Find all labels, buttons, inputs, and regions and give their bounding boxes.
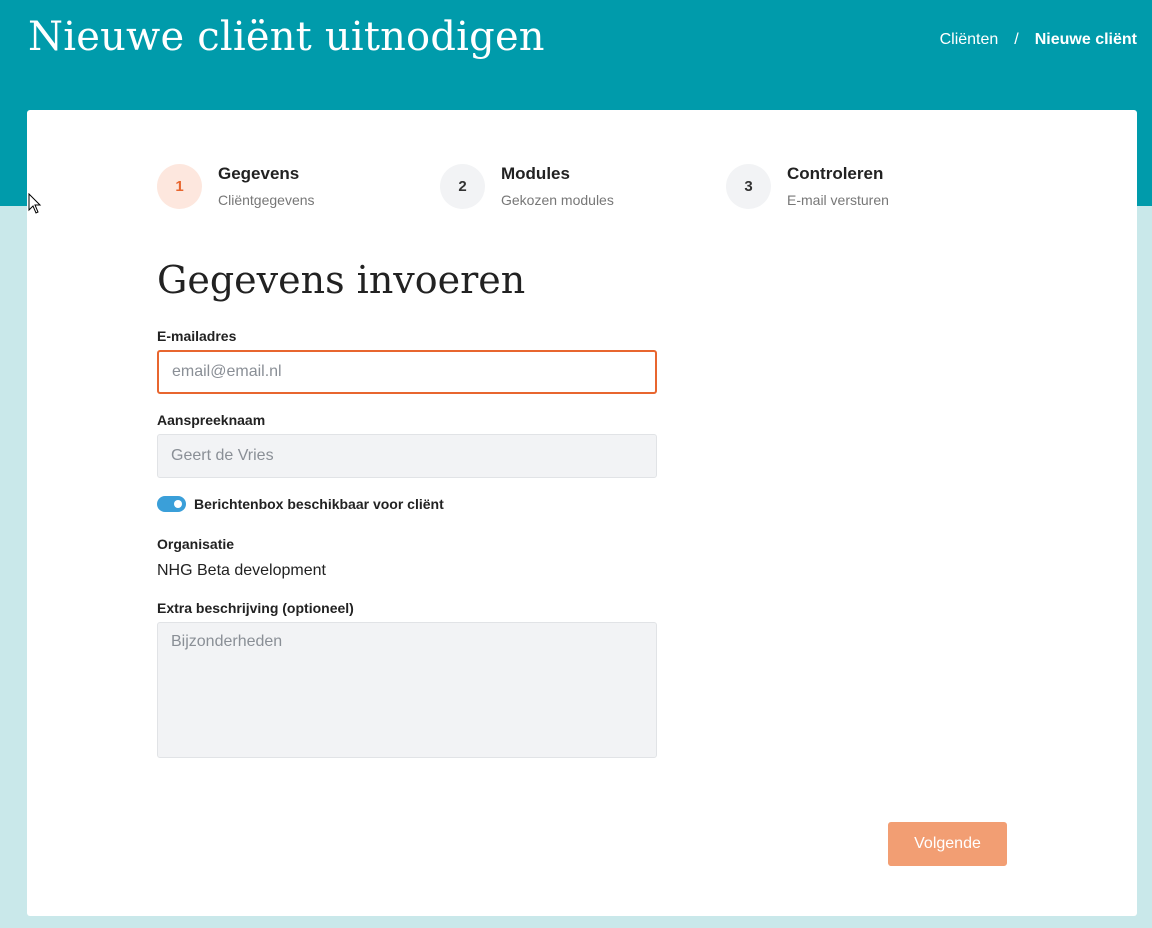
name-field[interactable] xyxy=(157,434,657,478)
email-label: E-mailadres xyxy=(157,328,237,344)
step-subtitle: E-mail versturen xyxy=(787,192,889,208)
form-heading: Gegevens invoeren xyxy=(157,258,526,302)
name-label: Aanspreeknaam xyxy=(157,412,266,428)
email-field[interactable] xyxy=(157,350,657,394)
messagebox-toggle-label: Berichtenbox beschikbaar voor cliënt xyxy=(194,496,444,512)
mouse-pointer-icon xyxy=(28,193,42,214)
page-title: Nieuwe cliënt uitnodigen xyxy=(28,14,545,60)
step-subtitle: Cliëntgegevens xyxy=(218,192,315,208)
step-controleren: 3 Controleren E-mail versturen xyxy=(726,164,889,209)
step-title: Controleren xyxy=(787,164,884,183)
step-number: 3 xyxy=(726,164,771,209)
step-gegevens: 1 Gegevens Cliëntgegevens xyxy=(157,164,315,209)
next-button[interactable]: Volgende xyxy=(888,822,1007,866)
form-card: 1 Gegevens Cliëntgegevens 2 Modules Geko… xyxy=(27,110,1137,916)
toggle-knob xyxy=(174,500,182,508)
description-label: Extra beschrijving (optioneel) xyxy=(157,600,354,616)
step-number: 2 xyxy=(440,164,485,209)
breadcrumb: Cliënten / Nieuwe cliënt xyxy=(940,31,1137,49)
breadcrumb-link-clients[interactable]: Cliënten xyxy=(940,31,999,49)
organisation-label: Organisatie xyxy=(157,536,235,552)
step-modules: 2 Modules Gekozen modules xyxy=(440,164,614,209)
step-number: 1 xyxy=(157,164,202,209)
step-subtitle: Gekozen modules xyxy=(501,192,614,208)
messagebox-toggle-row: Berichtenbox beschikbaar voor cliënt xyxy=(157,496,444,512)
messagebox-toggle[interactable] xyxy=(157,496,186,512)
organisation-value: NHG Beta development xyxy=(157,562,326,579)
breadcrumb-current: Nieuwe cliënt xyxy=(1034,31,1137,48)
breadcrumb-separator: / xyxy=(1014,31,1019,48)
step-title: Gegevens xyxy=(218,164,300,183)
step-title: Modules xyxy=(501,164,570,183)
description-field[interactable] xyxy=(157,622,657,758)
